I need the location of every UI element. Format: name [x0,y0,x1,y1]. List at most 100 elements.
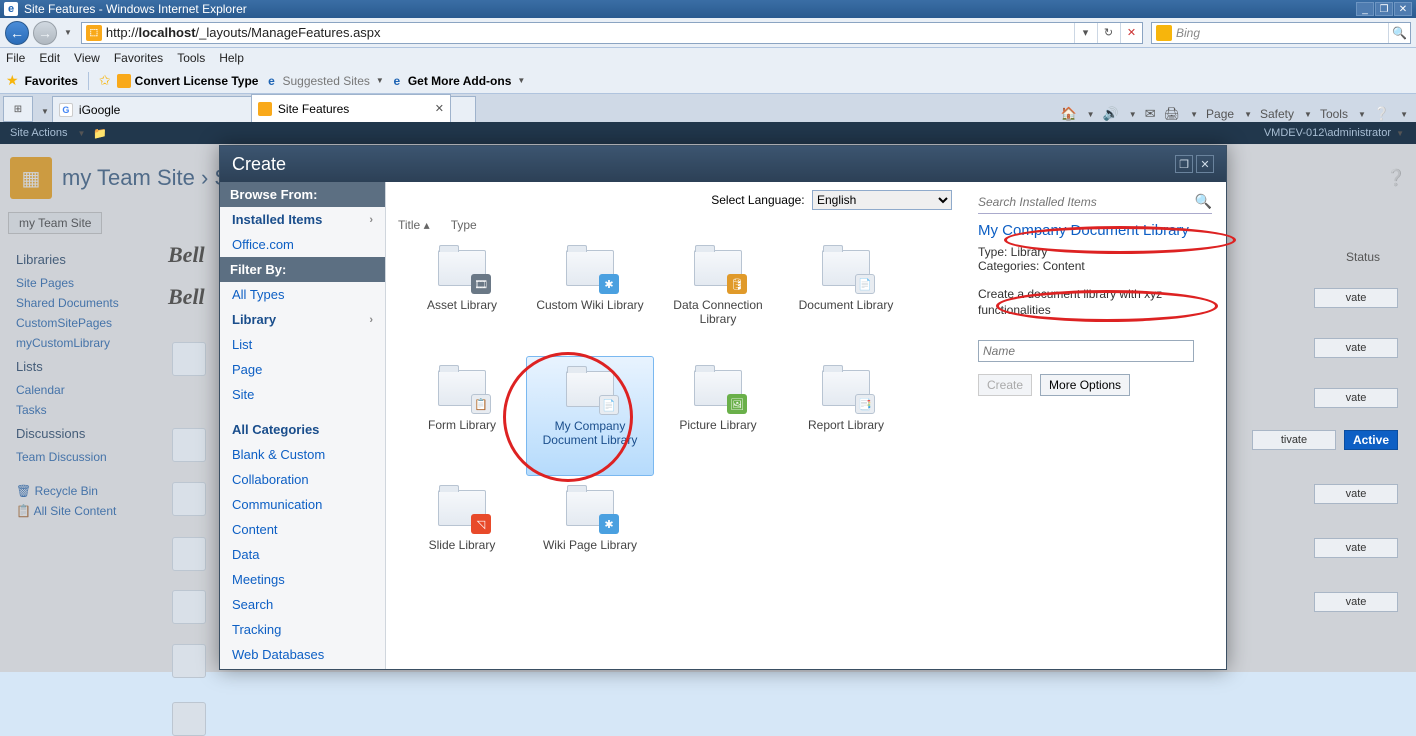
user-menu[interactable]: VMDEV-012\administrator ▼ [1264,127,1404,139]
gallery-item-wiki-page-library[interactable]: ✱Wiki Page Library [526,476,654,596]
help-icon[interactable]: ❔ [1374,106,1390,122]
filter-tracking[interactable]: Tracking [220,617,385,642]
nav-shared-documents[interactable]: Shared Documents [16,293,140,313]
menu-edit[interactable]: Edit [39,51,60,65]
search-icon[interactable]: 🔍 [1195,193,1212,210]
gallery-item-slide-library[interactable]: ◹Slide Library [398,476,526,596]
addr-dropdown-icon[interactable]: ▾ [1074,23,1096,43]
filter-meetings[interactable]: Meetings [220,567,385,592]
filter-installed-items[interactable]: Installed Items› [220,207,385,232]
menu-favorites[interactable]: Favorites [114,51,163,65]
nav-history-dropdown[interactable]: ▼ [61,28,75,37]
feeds-icon[interactable]: 🔊 [1103,106,1119,122]
favorites-label[interactable]: Favorites [25,74,78,88]
filter-web-databases[interactable]: Web Databases [220,642,385,667]
nav-customsitepages[interactable]: CustomSitePages [16,313,140,333]
gallery-item-custom-wiki-library[interactable]: ✱Custom Wiki Library [526,236,654,356]
filter-blank-custom[interactable]: Blank & Custom [220,442,385,467]
browser-search-box[interactable]: Bing 🔍 [1151,22,1411,44]
cmd-page[interactable]: Page [1206,107,1234,121]
tab-site-features[interactable]: Site Features ✕ [251,94,451,122]
nav-calendar[interactable]: Calendar [16,380,140,400]
help-page-icon[interactable]: ❔ [1386,168,1406,188]
address-bar[interactable]: ⬚ http://localhost/_layouts/ManageFeatur… [81,22,1143,44]
search-installed-input[interactable] [978,195,1195,209]
gallery-item-document-library[interactable]: 📄Document Library [782,236,910,356]
activate-button[interactable]: vate [1314,388,1398,408]
filter-all-categories[interactable]: All Categories [220,417,385,442]
fav-convert-license[interactable]: Convert License Type [117,74,259,88]
more-options-button[interactable]: More Options [1040,374,1130,396]
bg-topnav-tab[interactable]: my Team Site [8,212,102,234]
gallery-item-form-library[interactable]: 📋Form Library [398,356,526,476]
filter-list[interactable]: List [220,332,385,357]
close-window-button[interactable]: ✕ [1394,2,1412,16]
nav-team-discussion[interactable]: Team Discussion [16,447,140,467]
menu-help[interactable]: Help [219,51,244,65]
deactivate-button[interactable]: tivate [1252,430,1336,450]
nav-site-pages[interactable]: Site Pages [16,273,140,293]
sort-type[interactable]: Type [451,218,477,232]
menu-view[interactable]: View [74,51,100,65]
filter-search[interactable]: Search [220,592,385,617]
dialog-maximize-button[interactable]: ❐ [1175,155,1193,173]
gallery-item-picture-library[interactable]: 🖼Picture Library [654,356,782,476]
home-icon[interactable]: 🏠 [1060,106,1076,122]
language-select[interactable]: English [812,190,952,210]
refresh-button[interactable]: ↻ [1097,23,1119,43]
activate-button[interactable]: vate [1314,592,1398,612]
nav-mycustomlibrary[interactable]: myCustomLibrary [16,333,140,353]
search-go-button[interactable]: 🔍 [1388,23,1410,43]
filter-data[interactable]: Data [220,542,385,567]
filter-collaboration[interactable]: Collaboration [220,467,385,492]
quick-tabs-icon[interactable]: ⊞ [3,96,33,122]
tab-close-icon[interactable]: ✕ [435,102,444,115]
forward-button[interactable]: → [33,21,57,45]
add-favorite-icon[interactable]: ✩ [99,72,111,89]
filter-content[interactable]: Content [220,517,385,542]
gallery-item-data-connection-library[interactable]: 🛢Data Connection Library [654,236,782,356]
site-actions-menu[interactable]: Site Actions [10,127,67,139]
new-tab-button[interactable] [450,96,476,122]
restore-button[interactable]: ❐ [1375,2,1393,16]
create-name-input[interactable] [978,340,1194,362]
nav-lists-header[interactable]: Lists [16,359,140,374]
filter-office-com[interactable]: Office.com [220,232,385,257]
nav-all-site-content[interactable]: 📋 All Site Content [16,501,140,521]
filter-all-types[interactable]: All Types [220,282,385,307]
sort-title[interactable]: Title [398,218,420,232]
activate-button[interactable]: vate [1314,338,1398,358]
activate-button[interactable]: vate [1314,538,1398,558]
activate-button[interactable]: vate [1314,288,1398,308]
filter-page[interactable]: Page [220,357,385,382]
fav-get-more-addons[interactable]: e Get More Add-ons ▼ [390,74,525,88]
favorites-star-icon[interactable]: ★ [6,72,19,89]
nav-tasks[interactable]: Tasks [16,400,140,420]
gallery-item-report-library[interactable]: 📑Report Library [782,356,910,476]
filter-library[interactable]: Library› [220,307,385,332]
print-icon[interactable]: 🖨 [1164,106,1181,122]
tab-igoogle[interactable]: G iGoogle [52,96,252,122]
dialog-close-button[interactable]: ✕ [1196,155,1214,173]
activate-button[interactable]: vate [1314,484,1398,504]
search-installed-items[interactable]: 🔍 [978,190,1212,214]
fav-suggested-sites[interactable]: e Suggested Sites ▼ [264,74,383,88]
status-column-header: Status [1328,250,1398,264]
navigate-up-icon[interactable]: 📁 [93,127,107,140]
create-button[interactable]: Create [978,374,1032,396]
nav-libraries-header[interactable]: Libraries [16,252,140,267]
menu-file[interactable]: File [6,51,25,65]
menu-tools[interactable]: Tools [177,51,205,65]
cmd-tools[interactable]: Tools [1320,107,1348,121]
cmd-safety[interactable]: Safety [1260,107,1294,121]
gallery-item-asset-library[interactable]: 🎞Asset Library [398,236,526,356]
filter-communication[interactable]: Communication [220,492,385,517]
nav-recycle-bin[interactable]: 🗑 Recycle Bin [16,481,140,501]
minimize-button[interactable]: _ [1356,2,1374,16]
mail-icon[interactable]: ✉ [1145,106,1156,122]
gallery-item-my-company-document-library[interactable]: 📄My Company Document Library [526,356,654,476]
nav-discussions-header[interactable]: Discussions [16,426,140,441]
back-button[interactable]: ← [5,21,29,45]
stop-button[interactable]: ✕ [1120,23,1142,43]
filter-site[interactable]: Site [220,382,385,407]
